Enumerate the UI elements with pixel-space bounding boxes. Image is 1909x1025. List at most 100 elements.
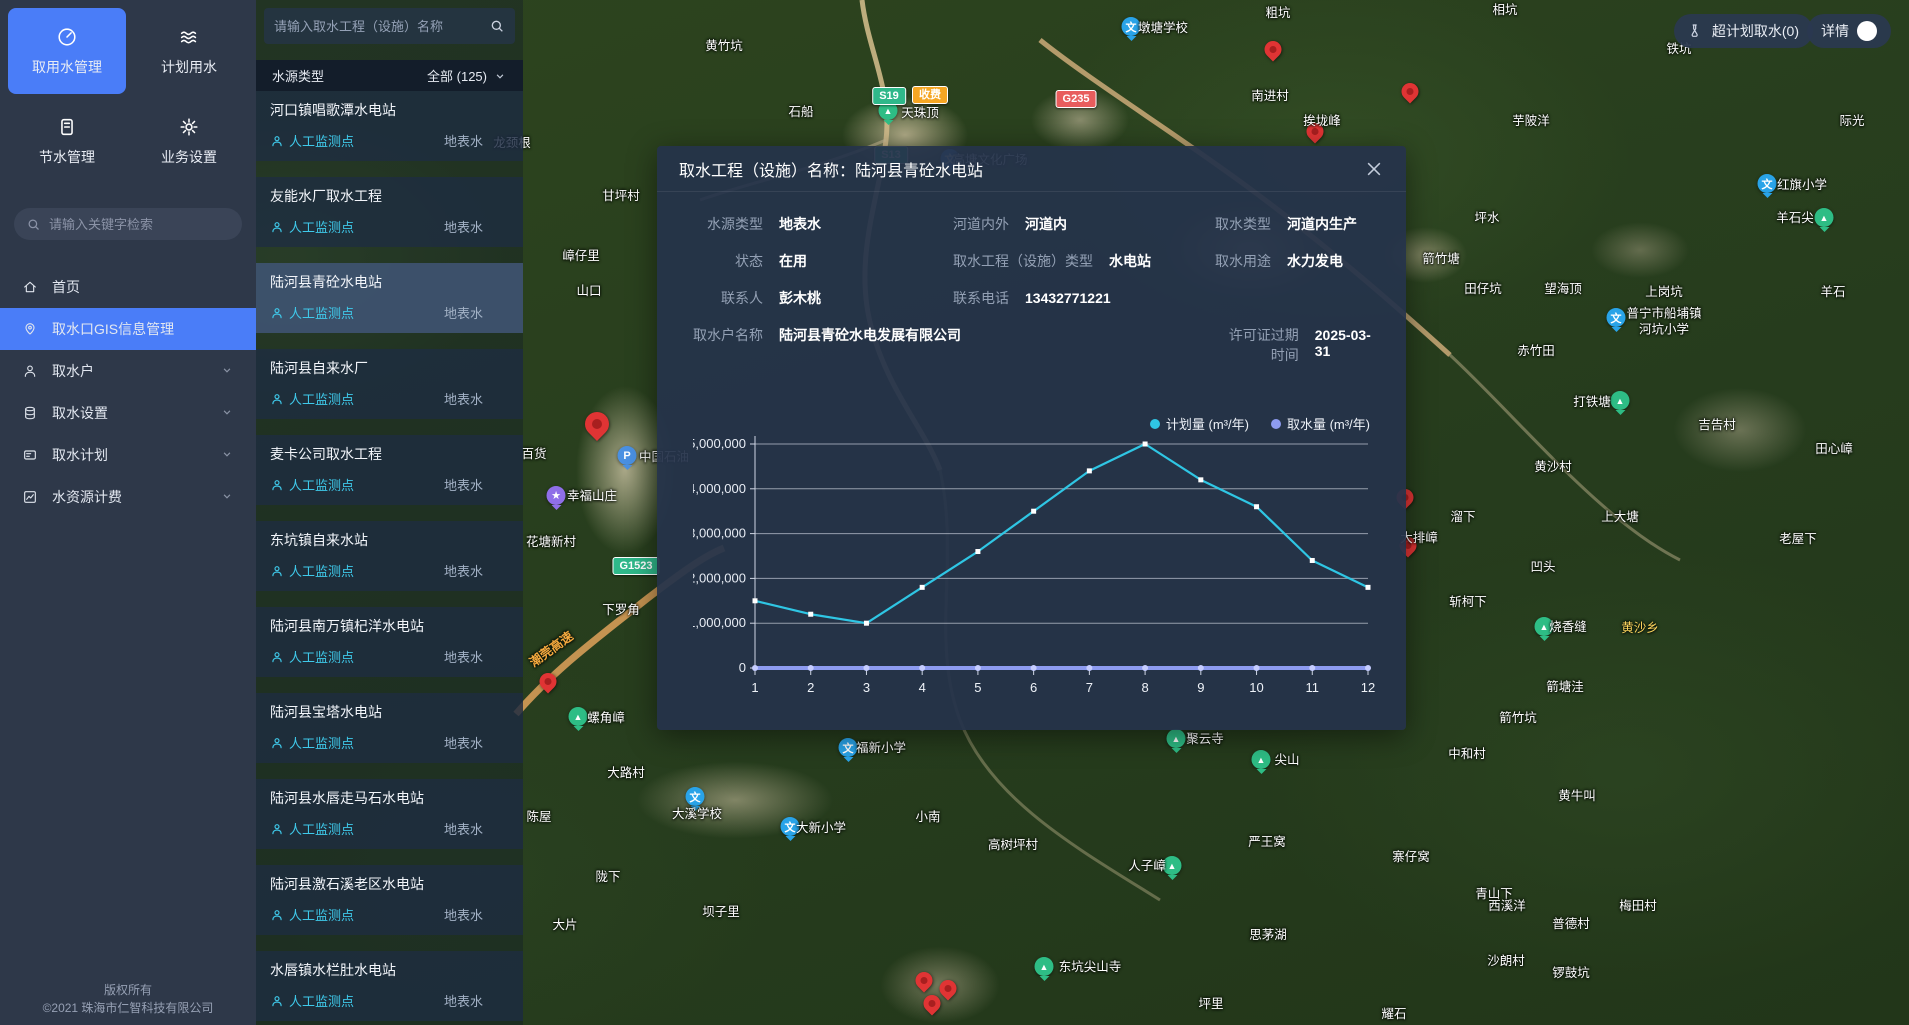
field-empty: [1215, 288, 1376, 308]
map-label: 聚云寺: [1186, 732, 1224, 748]
person-icon: [270, 220, 284, 234]
intake-name: 水唇镇水栏肚水电站: [270, 960, 509, 980]
copyright: 版权所有 ©2021 珠海市仁智科技有限公司: [0, 981, 256, 1017]
intake-list-panel: 水源类型 全部 (125) 河口镇唱歌潭水电站 人工监测点 地表水 友能水厂取水…: [256, 0, 523, 1025]
list-item[interactable]: 陆河县激石溪老区水电站 人工监测点 地表水: [256, 865, 523, 935]
map-label: 墩塘学校: [1138, 21, 1188, 37]
filter-dropdown[interactable]: 全部 (125): [427, 66, 507, 85]
field-label: 状态: [681, 251, 763, 271]
legend-item[interactable]: 取水量 (m³/年): [1271, 414, 1370, 433]
map-label: 小南: [915, 810, 940, 826]
search-icon: [26, 217, 41, 232]
scenic-marker[interactable]: ▲: [569, 707, 588, 726]
chart-legend: 计划量 (m³/年) 取水量 (m³/年): [1150, 414, 1370, 433]
sidebar-search[interactable]: [14, 208, 242, 240]
field-label: 取水工程（设施）类型: [953, 251, 1093, 271]
person-icon: [270, 822, 284, 836]
monitor-tag: 人工监测点: [270, 475, 354, 494]
sidebar-item-首页[interactable]: 首页: [0, 266, 256, 308]
toggle-knob[interactable]: [1857, 21, 1877, 41]
legend-dot-icon: [1271, 419, 1281, 429]
list-item[interactable]: 麦卡公司取水工程 人工监测点 地表水: [256, 435, 523, 505]
person-icon: [270, 478, 284, 492]
module-业务设置[interactable]: 业务设置: [130, 98, 248, 184]
school-marker[interactable]: 文: [1758, 174, 1777, 193]
map-label: 芋陂洋: [1512, 114, 1550, 130]
red-pin-marker[interactable]: [920, 991, 944, 1015]
list-item[interactable]: 水唇镇水栏肚水电站 人工监测点 地表水: [256, 951, 523, 1021]
list-item[interactable]: 东坑镇自来水站 人工监测点 地表水: [256, 521, 523, 591]
sidebar-item-取水户[interactable]: 取水户: [0, 350, 256, 392]
field-value: 13432771221: [1025, 290, 1111, 306]
map-label: 梅田村: [1619, 899, 1657, 915]
sidebar-item-水资源计费[interactable]: 水资源计费: [0, 476, 256, 518]
sidebar-search-input[interactable]: [49, 217, 230, 232]
person-icon: [270, 134, 284, 148]
intake-name: 陆河县水唇走马石水电站: [270, 788, 509, 808]
school-marker[interactable]: 文: [839, 738, 858, 757]
intake-info-grid: 水源类型 地表水河道内外 河道内取水类型 河道内生产状态 在用取水工程（设施）类…: [657, 192, 1406, 365]
road-badge-S19: S19: [872, 87, 906, 105]
search-icon[interactable]: [489, 18, 505, 34]
map-label: 箭竹塘: [1422, 252, 1460, 268]
intake-name: 陆河县激石溪老区水电站: [270, 874, 509, 894]
red-pin-marker[interactable]: [912, 968, 936, 992]
svg-text:9: 9: [1197, 680, 1204, 695]
sidebar-item-label: 取水计划: [52, 445, 108, 465]
field-label: 联系电话: [953, 288, 1009, 308]
map-label: 赤竹田: [1517, 344, 1555, 360]
map-label: 挨垅峰: [1303, 114, 1341, 130]
red-pin-marker[interactable]: [1261, 37, 1285, 61]
field-value: 水电站: [1109, 251, 1151, 271]
over-plan-intake-label: 超计划取水(0): [1712, 21, 1799, 41]
map-label: 大路村: [607, 766, 645, 782]
sidebar-item-取水设置[interactable]: 取水设置: [0, 392, 256, 434]
school-marker[interactable]: 文: [1607, 308, 1626, 327]
module-取用水管理[interactable]: 取用水管理: [8, 8, 126, 94]
svg-text:6: 6: [1030, 680, 1037, 695]
scenic-marker[interactable]: ▲: [1611, 391, 1630, 410]
sidebar-item-取水计划[interactable]: 取水计划: [0, 434, 256, 476]
module-节水管理[interactable]: 节水管理: [8, 98, 126, 184]
over-plan-intake-button[interactable]: 超计划取水(0): [1674, 14, 1813, 48]
list-item[interactable]: 陆河县南万镇杞洋水电站 人工监测点 地表水: [256, 607, 523, 677]
intake-name: 麦卡公司取水工程: [270, 444, 509, 464]
list-item[interactable]: 陆河县水唇走马石水电站 人工监测点 地表水: [256, 779, 523, 849]
map-label: 红旗小学: [1777, 178, 1827, 194]
scenic-marker[interactable]: ▲: [1252, 750, 1271, 769]
red-pin-marker[interactable]: [536, 669, 560, 693]
sidebar-item-取水口GIS信息管理[interactable]: 取水口GIS信息管理: [0, 308, 256, 350]
list-item[interactable]: 陆河县自来水厂 人工监测点 地表水: [256, 349, 523, 419]
temple-marker[interactable]: ▲: [1035, 957, 1054, 976]
field-水源类型: 水源类型 地表水: [681, 214, 953, 234]
water-source-type: 地表水: [444, 819, 483, 838]
temple-marker[interactable]: ▲: [1167, 729, 1186, 748]
field-value: 2025-03-31: [1315, 327, 1376, 359]
list-item[interactable]: 友能水厂取水工程 人工监测点 地表水: [256, 177, 523, 247]
school-marker[interactable]: 文: [686, 787, 705, 806]
list-item[interactable]: 陆河县青砼水电站 人工监测点 地表水: [256, 263, 523, 333]
map-label: 黄竹坑: [705, 39, 743, 55]
legend-item[interactable]: 计划量 (m³/年): [1150, 414, 1249, 433]
module-计划用水[interactable]: 计划用水: [130, 8, 248, 94]
gas-marker[interactable]: P: [618, 446, 637, 465]
chevron-down-icon: [220, 489, 234, 506]
close-icon[interactable]: [1364, 159, 1384, 179]
map-label: 黄沙乡: [1621, 621, 1659, 637]
scenic-marker[interactable]: ▲: [1815, 208, 1834, 227]
list-item[interactable]: 河口镇唱歌潭水电站 人工监测点 地表水: [256, 91, 523, 161]
field-value: 地表水: [779, 214, 821, 234]
red-pin-marker[interactable]: [1398, 79, 1422, 103]
water-source-filter: 水源类型 全部 (125): [256, 60, 523, 91]
field-value: 在用: [779, 251, 807, 271]
detail-toggle[interactable]: 详情: [1807, 14, 1891, 48]
list-item[interactable]: 陆河县宝塔水电站 人工监测点 地表水: [256, 693, 523, 763]
red-pin-marker[interactable]: [580, 407, 614, 441]
map-label: 锣鼓坑: [1552, 966, 1590, 982]
intake-search[interactable]: [264, 8, 515, 44]
fun-marker[interactable]: ★: [547, 486, 566, 505]
intake-search-input[interactable]: [274, 19, 489, 34]
map-label: 陈屋: [526, 810, 551, 826]
red-pin-marker[interactable]: [936, 976, 960, 1000]
map-label: 坪水: [1474, 211, 1499, 227]
